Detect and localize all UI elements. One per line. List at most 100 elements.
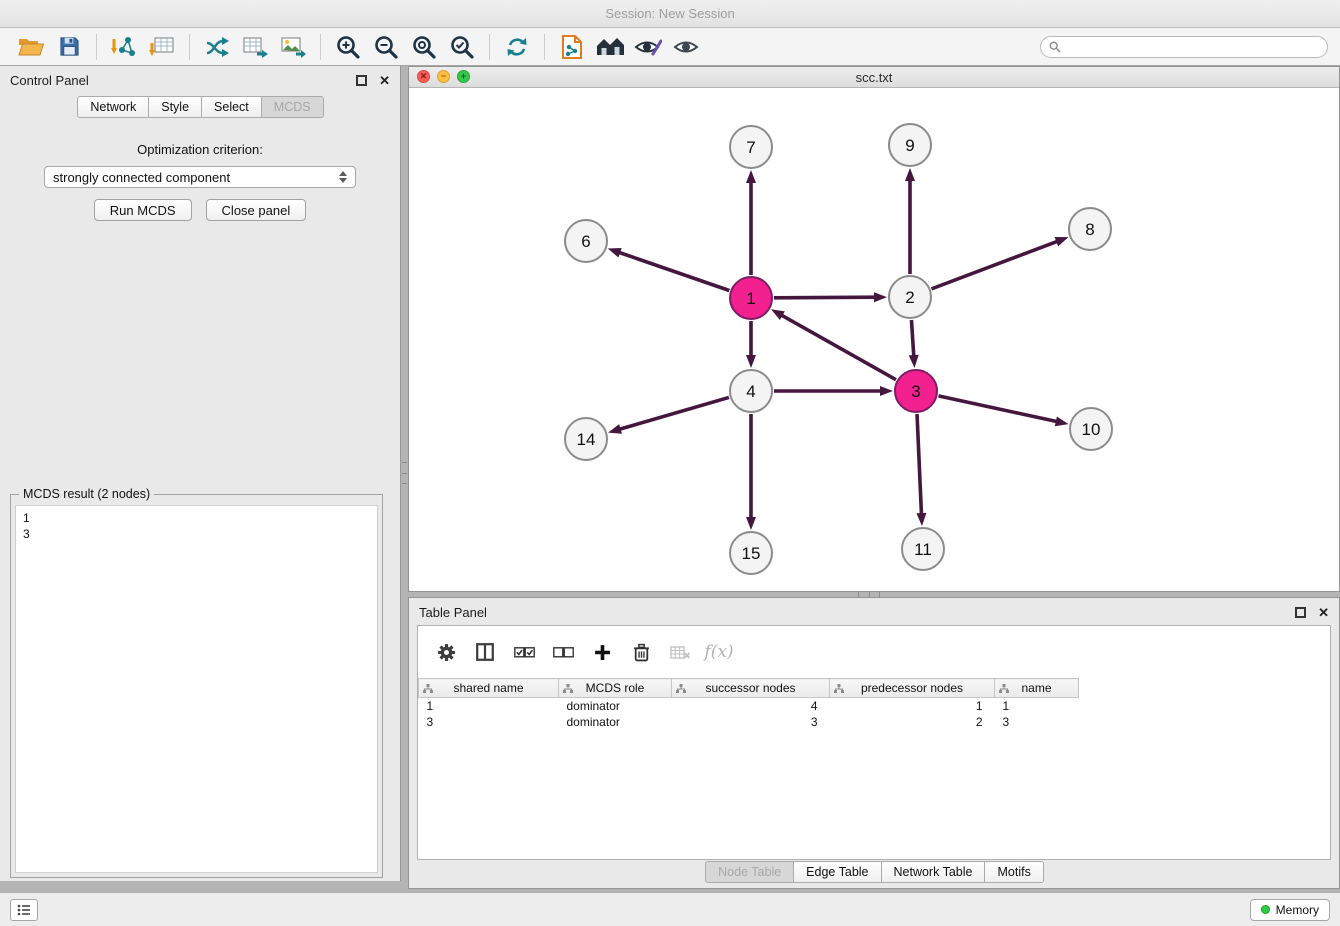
column-header-shared-name[interactable]: shared name: [419, 679, 559, 698]
save-session-button[interactable]: [52, 32, 86, 62]
graph-edge-1-6[interactable]: [618, 252, 729, 290]
import-network-button[interactable]: [107, 32, 141, 62]
network-document-icon: [561, 34, 583, 60]
import-table-button[interactable]: [145, 32, 179, 62]
export-image-button[interactable]: [276, 32, 310, 62]
tab-motifs[interactable]: Motifs: [984, 861, 1043, 883]
float-table-panel-button[interactable]: [1295, 607, 1306, 618]
graph-edge-2-8[interactable]: [932, 241, 1059, 289]
open-file-button[interactable]: [14, 32, 48, 62]
tab-edge-table[interactable]: Edge Table: [793, 861, 881, 883]
table-settings-button[interactable]: [434, 640, 458, 664]
deselect-all-rows-button[interactable]: [551, 640, 575, 664]
tab-mcds[interactable]: MCDS: [261, 96, 324, 118]
search-field[interactable]: [1040, 36, 1328, 58]
search-input[interactable]: [1066, 40, 1319, 54]
column-label: name: [1021, 681, 1051, 695]
zoom-selected-button[interactable]: [445, 32, 479, 62]
style-eye-edit-button[interactable]: [631, 32, 665, 62]
graph-node-label: 7: [746, 138, 755, 157]
tab-style[interactable]: Style: [148, 96, 202, 118]
zoom-fit-button[interactable]: [407, 32, 441, 62]
zoom-in-button[interactable]: [331, 32, 365, 62]
split-columns-button[interactable]: [473, 640, 497, 664]
table-row[interactable]: 3dominator323: [419, 714, 1079, 730]
close-panel-action-button[interactable]: Close panel: [206, 199, 307, 221]
show-all-networks-button[interactable]: [593, 32, 627, 62]
control-panel-title: Control Panel: [10, 73, 89, 88]
table-panel: Table Panel ✕: [408, 597, 1340, 889]
network-canvas[interactable]: 7968124314101511: [409, 88, 1339, 591]
table-cell: 1: [830, 698, 995, 714]
column-header-predecessor-nodes[interactable]: predecessor nodes: [830, 679, 995, 698]
checked-boxes-icon: [514, 646, 535, 659]
delete-rows-button[interactable]: [629, 640, 653, 664]
float-panel-button[interactable]: [356, 75, 367, 86]
tab-node-table[interactable]: Node Table: [705, 861, 794, 883]
control-panel: Control Panel ✕ Network Style Select MCD…: [0, 66, 401, 881]
refresh-view-button[interactable]: [500, 32, 534, 62]
column-type-icon: [563, 684, 573, 693]
graph-edge-2-3[interactable]: [911, 320, 913, 357]
tab-network-table[interactable]: Network Table: [881, 861, 986, 883]
select-all-rows-button[interactable]: [512, 640, 536, 664]
toolbar-separator: [544, 34, 545, 60]
column-header-mcds-role[interactable]: MCDS role: [559, 679, 672, 698]
table-cell: 3: [995, 714, 1079, 730]
graph-edge-arrow: [746, 517, 756, 530]
graph-edge-3-11[interactable]: [917, 414, 921, 515]
search-icon: [1049, 41, 1061, 53]
network-arrows-button[interactable]: [200, 32, 234, 62]
criterion-dropdown-value: strongly connected component: [53, 170, 230, 185]
tab-network[interactable]: Network: [77, 96, 149, 118]
column-header-successor-nodes[interactable]: successor nodes: [672, 679, 830, 698]
table-toolbar: f(x): [418, 626, 1330, 678]
table-row[interactable]: 1dominator411: [419, 698, 1079, 714]
graph-edge-arrow: [874, 292, 887, 302]
minimize-window-button[interactable]: −: [437, 70, 450, 83]
list-icon: [17, 904, 31, 916]
close-window-button[interactable]: ✕: [417, 70, 430, 83]
add-row-button[interactable]: [590, 640, 614, 664]
tab-select[interactable]: Select: [201, 96, 262, 118]
zoom-out-button[interactable]: [369, 32, 403, 62]
graph-edge-arrow: [1055, 237, 1069, 246]
refresh-icon: [505, 35, 529, 59]
run-mcds-button[interactable]: Run MCDS: [94, 199, 192, 221]
graph-edge-arrow: [608, 248, 622, 257]
graph-edge-arrow: [909, 355, 919, 368]
close-panel-button[interactable]: ✕: [379, 74, 390, 87]
table-cell: 1: [995, 698, 1079, 714]
graph-node-label: 8: [1085, 220, 1094, 239]
table-cell: dominator: [559, 698, 672, 714]
mcds-result-list[interactable]: 1 3: [15, 505, 378, 873]
column-type-icon: [423, 684, 433, 693]
column-header-name[interactable]: name: [995, 679, 1079, 698]
criterion-dropdown[interactable]: strongly connected component: [44, 166, 356, 188]
export-table-button[interactable]: [238, 32, 272, 62]
panel-toggle-button[interactable]: [10, 899, 38, 921]
table-panel-title: Table Panel: [419, 605, 487, 620]
graph-node-label: 3: [911, 382, 920, 401]
graph-edge-1-2[interactable]: [774, 297, 876, 298]
graph-edge-3-1[interactable]: [781, 315, 896, 380]
function-builder-button-disabled: f(x): [707, 640, 731, 664]
zoom-out-icon: [373, 34, 399, 60]
table-cell: 2: [830, 714, 995, 730]
graph-edge-3-10[interactable]: [938, 396, 1057, 422]
graph-edge-arrow: [746, 170, 756, 183]
open-network-file-button[interactable]: [555, 32, 589, 62]
vertical-splitter-handle[interactable]: [402, 462, 407, 484]
split-columns-icon: [476, 643, 494, 661]
toolbar-separator: [96, 34, 97, 60]
close-table-panel-button[interactable]: ✕: [1318, 606, 1329, 619]
memory-button[interactable]: Memory: [1250, 899, 1330, 921]
table-cell: 1: [419, 698, 559, 714]
show-hide-graphics-button[interactable]: [669, 32, 703, 62]
graph-edge-arrow: [608, 424, 622, 434]
column-label: MCDS role: [586, 681, 645, 695]
maximize-window-button[interactable]: +: [457, 70, 470, 83]
zoom-fit-icon: [411, 34, 437, 60]
column-label: predecessor nodes: [861, 681, 963, 695]
graph-edge-4-14[interactable]: [619, 397, 729, 429]
